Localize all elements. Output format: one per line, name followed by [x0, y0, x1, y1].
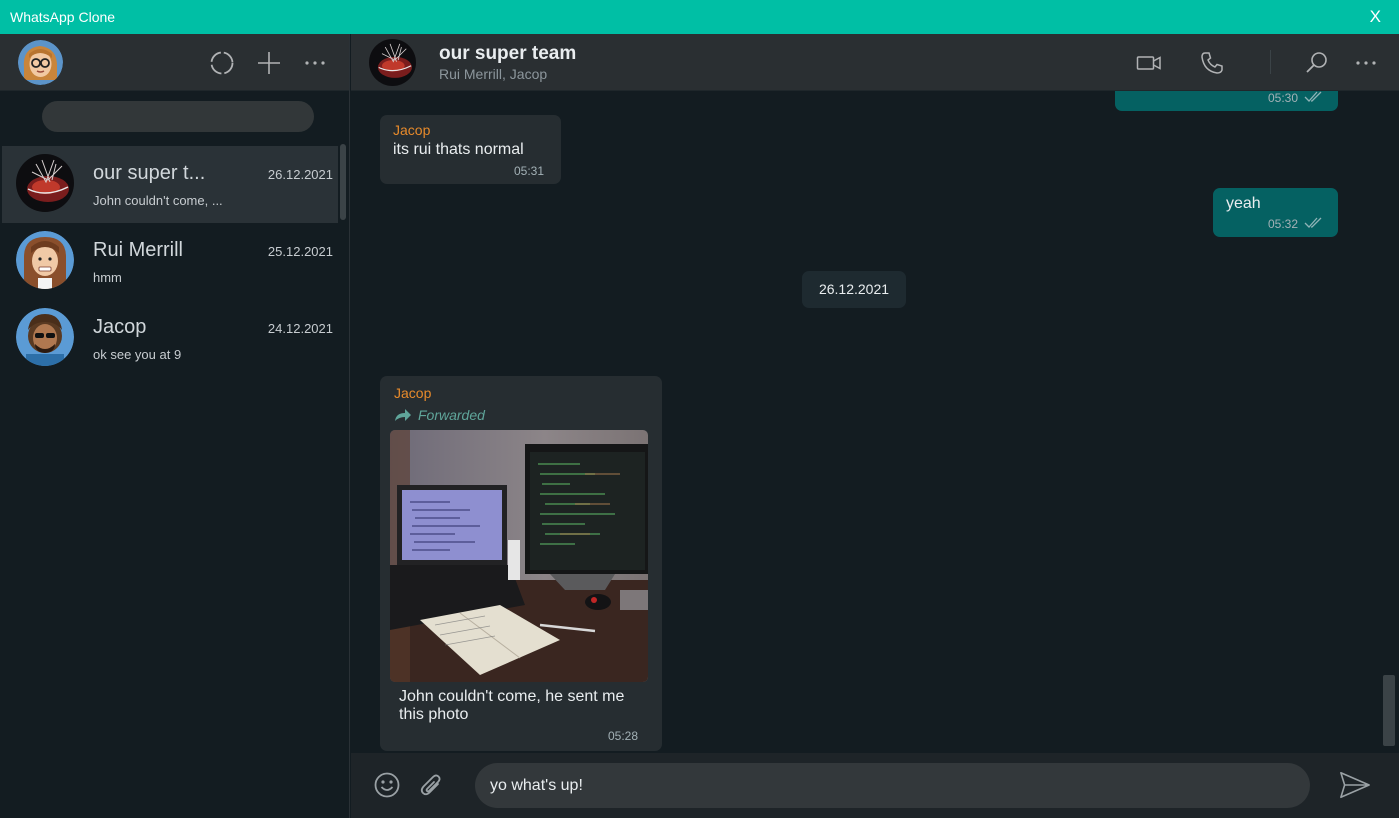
- header-divider: [1270, 50, 1271, 74]
- chat-date: 25.12.2021: [267, 244, 333, 259]
- message-photo[interactable]: [390, 430, 648, 682]
- sidebar: our super t... 26.12.2021 John couldn't …: [0, 34, 350, 818]
- chat-avatar: [16, 308, 74, 366]
- chat-date: 24.12.2021: [267, 321, 333, 336]
- message-time: 05:28: [607, 729, 638, 743]
- chat-title: our super team: [439, 43, 577, 64]
- chat-preview: ok see you at 9: [93, 347, 182, 362]
- date-separator: 26.12.2021: [802, 271, 906, 308]
- message-time: 05:30: [1267, 91, 1298, 105]
- close-window-button[interactable]: X: [1370, 7, 1381, 27]
- chat-list-item-our-super-team[interactable]: our super t... 26.12.2021 John couldn't …: [2, 146, 338, 223]
- video-call-icon[interactable]: [1136, 50, 1162, 76]
- message-bubble-outgoing[interactable]: yeah 05:32: [1213, 188, 1338, 237]
- search-input[interactable]: [42, 101, 314, 132]
- attach-icon[interactable]: [416, 769, 448, 801]
- chat-preview: hmm: [93, 270, 122, 285]
- message-input[interactable]: [475, 763, 1310, 808]
- message-caption: John couldn't come, he sent me this phot…: [399, 688, 625, 723]
- chat-members: Rui Merrill, Jacop: [439, 66, 548, 82]
- my-avatar[interactable]: [18, 40, 63, 85]
- emoji-icon[interactable]: [371, 769, 403, 801]
- voice-call-icon[interactable]: [1199, 50, 1225, 76]
- menu-icon[interactable]: [1353, 50, 1379, 76]
- chat-name: Rui Merrill: [93, 239, 183, 261]
- chat-name: our super t...: [93, 162, 206, 184]
- sidebar-scrollbar[interactable]: [340, 144, 346, 220]
- message-time: 05:31: [513, 164, 544, 178]
- message-time: 05:32: [1267, 217, 1298, 231]
- forwarded-label: Forwarded: [394, 407, 485, 423]
- chat-scrollbar[interactable]: [1383, 675, 1395, 746]
- message-composer: [351, 753, 1399, 818]
- new-chat-icon[interactable]: [256, 50, 282, 76]
- chat-avatar: [16, 154, 74, 212]
- window-title: WhatsApp Clone: [10, 9, 116, 25]
- send-icon[interactable]: [1339, 769, 1371, 801]
- message-sender: Jacop: [393, 122, 431, 138]
- message-text: its rui thats normal: [393, 141, 524, 158]
- message-list: 05:30 Jacop its rui thats normal 05:31 y…: [351, 91, 1399, 753]
- message-text: yeah: [1226, 195, 1261, 212]
- status-icon[interactable]: [209, 50, 235, 76]
- search-icon[interactable]: [1304, 50, 1330, 76]
- message-bubble-incoming[interactable]: Jacop its rui thats normal 05:31: [380, 115, 561, 184]
- chat-list-item-rui-merrill[interactable]: Rui Merrill 25.12.2021 hmm: [2, 223, 338, 300]
- menu-icon[interactable]: [302, 50, 328, 76]
- message-sender: Jacop: [394, 385, 432, 401]
- chat-name: Jacop: [93, 316, 147, 338]
- sidebar-header: [0, 34, 349, 91]
- forward-icon: [395, 409, 411, 421]
- chat-avatar: [16, 231, 74, 289]
- forwarded-text: Forwarded: [418, 407, 485, 423]
- chat-list-item-jacop[interactable]: Jacop 24.12.2021 ok see you at 9: [2, 300, 338, 377]
- search-bar: [0, 91, 349, 143]
- title-bar: WhatsApp Clone X: [0, 0, 1399, 34]
- read-receipt-icon: [1304, 91, 1322, 102]
- read-receipt-icon: [1304, 217, 1322, 228]
- chat-header-avatar[interactable]: [369, 39, 416, 86]
- chat-panel: our super team Rui Merrill, Jacop 05:30 …: [351, 34, 1399, 818]
- chat-date: 26.12.2021: [267, 167, 333, 182]
- chat-preview: John couldn't come, ...: [93, 193, 223, 208]
- message-bubble-outgoing[interactable]: 05:30: [1115, 91, 1338, 111]
- message-bubble-incoming-image[interactable]: Jacop Forwarded John couldn't come, he s…: [380, 376, 662, 751]
- chat-header: our super team Rui Merrill, Jacop: [351, 34, 1399, 91]
